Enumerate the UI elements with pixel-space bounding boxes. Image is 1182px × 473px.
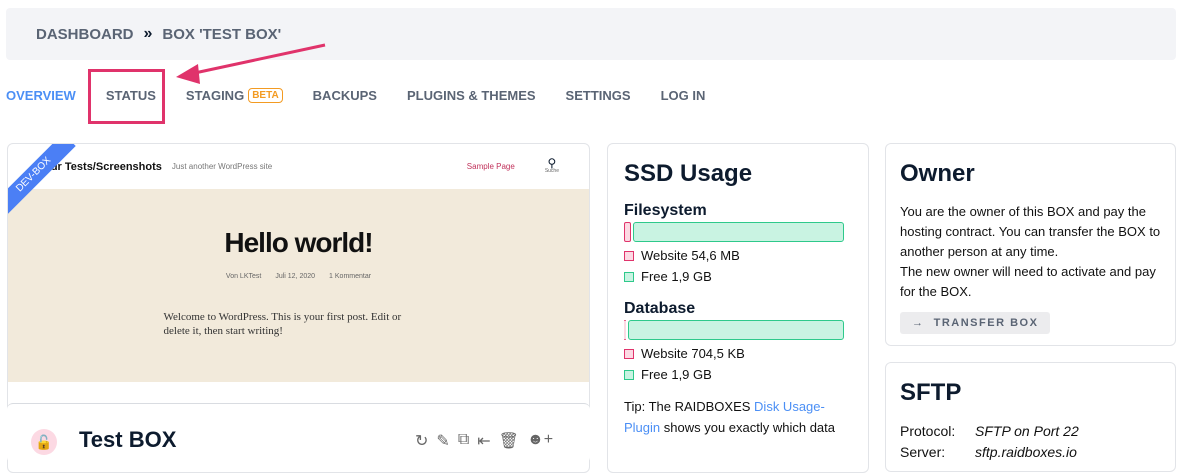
add-user-icon[interactable]: ☻+ xyxy=(527,431,553,451)
sftp-card: SFTP Protocol: SFTP on Port 22 Server: sft… xyxy=(885,362,1176,472)
website-swatch-icon xyxy=(624,348,634,359)
database-usage-bar xyxy=(624,320,844,340)
tab-settings[interactable]: SETTINGS xyxy=(566,88,631,103)
preview-author: Von LKTest xyxy=(225,273,262,280)
tab-plugins-themes[interactable]: PLUGINS & THEMES xyxy=(407,88,536,103)
owner-text: You are the owner of this BOX and pay th… xyxy=(900,204,1161,259)
preview-post-meta: Von LKTest Juli 12, 2020 1 Kommentar xyxy=(8,273,589,280)
tab-login[interactable]: LOG IN xyxy=(661,88,706,103)
filesystem-usage-bar xyxy=(624,222,844,242)
tab-overview[interactable]: OVERVIEW xyxy=(6,88,76,103)
protocol-label: Protocol: xyxy=(900,423,956,439)
tab-backups[interactable]: BACKUPS xyxy=(313,88,377,103)
edit-icon[interactable]: ✎ xyxy=(436,431,449,451)
database-free-segment xyxy=(628,320,844,340)
tip-prefix: Tip: The RAIDBOXES xyxy=(624,399,755,414)
filesystem-free-value: Free 1,9 GB xyxy=(641,269,712,284)
migrate-icon[interactable]: ⇤ xyxy=(477,431,490,451)
owner-text-new-owner: The new owner will need to activate and … xyxy=(900,264,1156,299)
database-used-segment xyxy=(624,320,626,340)
database-website-value: Website 704,5 KB xyxy=(641,346,745,361)
box-actions: ↻ ✎ ⧉ ⇤ 🗑 ☻+ xyxy=(415,431,553,451)
box-title: Test BOX xyxy=(79,427,177,452)
tab-staging-label: STAGING xyxy=(185,88,245,103)
preview-nav-link: Sample Page xyxy=(466,162,515,171)
preview-excerpt: Welcome to WordPress. This is your first… xyxy=(163,311,402,337)
database-legend-website: Website 704,5 KB xyxy=(624,346,852,361)
database-free-value: Free 1,9 GB xyxy=(641,367,712,382)
website-swatch-icon xyxy=(624,250,634,261)
owner-card: Owner You are the owner of this BOX and … xyxy=(885,143,1176,346)
database-title: Database xyxy=(624,300,696,317)
ssd-title: SSD Usage xyxy=(624,160,753,187)
preview-post-title: Hello world! xyxy=(224,227,373,258)
sftp-title: SFTP xyxy=(900,379,962,406)
lock-open-icon: 🔓 xyxy=(31,429,57,455)
filesystem-legend-website: Website 54,6 MB xyxy=(624,248,852,263)
filesystem-title: Filesystem xyxy=(624,202,707,219)
database-legend-free: Free 1,9 GB xyxy=(624,367,852,382)
beta-badge: BETA xyxy=(248,88,283,103)
filesystem-free-segment xyxy=(633,222,844,242)
arrow-right-icon: → xyxy=(912,317,934,329)
free-swatch-icon xyxy=(624,369,634,380)
disk-usage-tip: Tip: The RAIDBOXES Disk Usage-Plugin sho… xyxy=(624,396,852,438)
preview-date: Juli 12, 2020 xyxy=(275,273,316,280)
filesystem-website-value: Website 54,6 MB xyxy=(641,248,740,263)
sftp-protocol-row: Protocol: SFTP on Port 22 xyxy=(900,421,1161,442)
owner-title: Owner xyxy=(900,160,975,187)
ssd-usage-card: SSD Usage Filesystem Website 54,6 MB Fre… xyxy=(607,143,869,473)
annotation-arrow-icon xyxy=(176,43,326,84)
preview-header: k für Tests/Screenshots Just another Wor… xyxy=(8,144,589,189)
server-value[interactable]: sftp.raidboxes.io xyxy=(975,442,1077,463)
trash-icon[interactable]: 🗑 xyxy=(499,431,519,451)
refresh-icon[interactable]: ↻ xyxy=(415,431,428,451)
filesystem-used-segment xyxy=(624,222,631,242)
tab-staging[interactable]: STAGING BETA xyxy=(186,88,283,103)
protocol-value: SFTP on Port 22 xyxy=(975,423,1079,439)
preview-search-icon: ⚲ Suche xyxy=(544,155,559,174)
server-label: Server: xyxy=(900,444,946,460)
sftp-server-row: Server: sftp.raidboxes.io xyxy=(900,442,1161,463)
tip-suffix: shows you exactly which data xyxy=(660,420,836,435)
preview-body: Hello world! Von LKTest Juli 12, 2020 1 … xyxy=(8,189,589,382)
transfer-box-label: TRANSFER BOX xyxy=(933,317,1039,329)
copy-icon[interactable]: ⧉ xyxy=(458,431,469,451)
filesystem-legend-free: Free 1,9 GB xyxy=(624,269,852,284)
preview-comments: 1 Kommentar xyxy=(329,273,372,280)
preview-tagline: Just another WordPress site xyxy=(171,162,273,171)
transfer-box-button[interactable]: → TRANSFER BOX xyxy=(900,312,1051,334)
preview-search-label: Suche xyxy=(544,167,559,174)
box-info-card: 🔓 Test BOX ↻ ✎ ⧉ ⇤ 🗑 ☻+ xyxy=(7,403,590,463)
free-swatch-icon xyxy=(624,271,634,282)
